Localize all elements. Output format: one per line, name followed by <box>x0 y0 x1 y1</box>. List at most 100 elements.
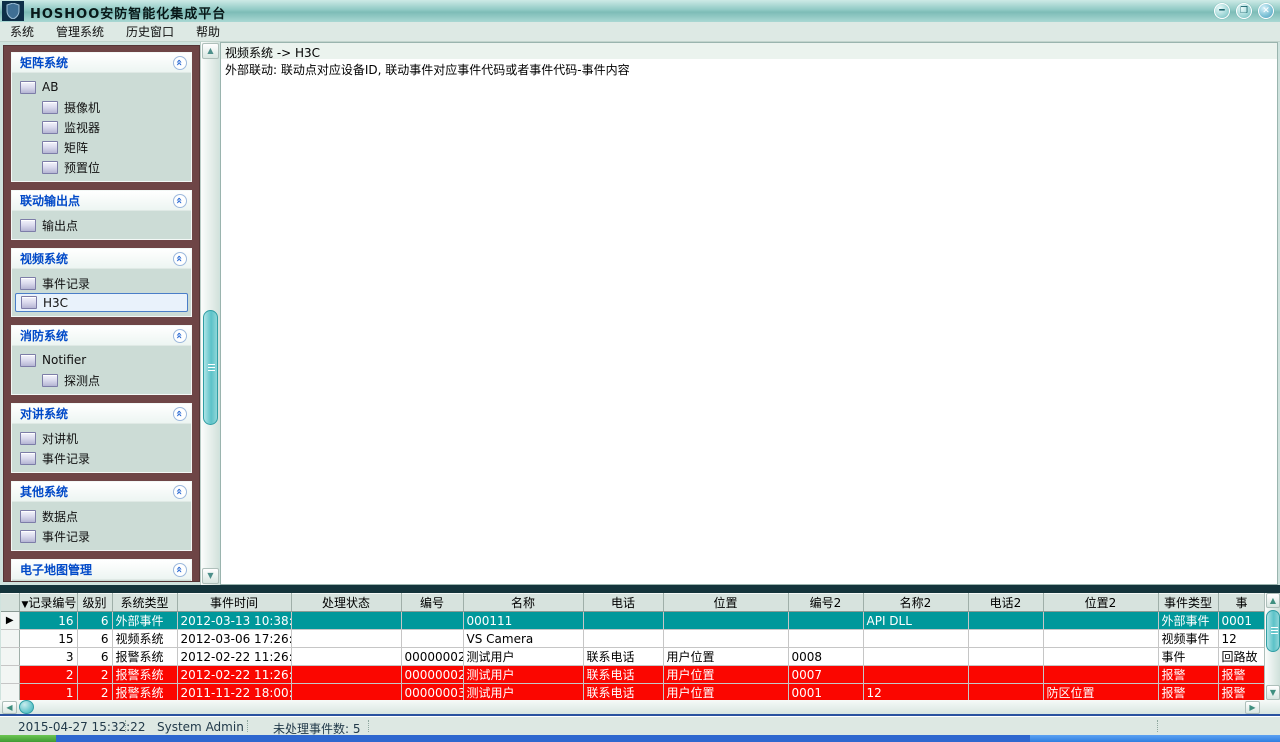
cell-no[interactable]: 00000002 <box>401 665 464 684</box>
cell-location2[interactable] <box>1043 629 1159 648</box>
cell-record_no[interactable]: 3 <box>19 647 78 666</box>
cell-location[interactable]: 用户位置 <box>663 665 789 684</box>
grid-horizontal-scrollbar[interactable]: ◀ ▶ <box>0 700 1280 716</box>
collapse-chevron-icon[interactable]: « <box>173 484 187 499</box>
cell-name[interactable]: VS Camera <box>463 629 584 648</box>
sidebar-item-monitor[interactable]: 监视器 <box>12 117 191 137</box>
cell-system_type[interactable]: 视频系统 <box>112 629 178 648</box>
cell-event_time[interactable]: 2012-03-06 17:26:34 <box>177 629 292 648</box>
cell-event_type[interactable]: 视频事件 <box>1158 629 1219 648</box>
column-header-name[interactable]: 名称 <box>463 593 584 612</box>
cell-phone[interactable]: 联系电话 <box>583 647 664 666</box>
cell-event_time[interactable]: 2011-11-22 18:00:27 <box>177 683 292 700</box>
cell-level[interactable]: 6 <box>77 647 113 666</box>
scrollbar-thumb[interactable] <box>203 310 218 425</box>
column-header-phone[interactable]: 电话 <box>583 593 664 612</box>
cell-record_no[interactable]: 15 <box>19 629 78 648</box>
column-header-location2[interactable]: 位置2 <box>1043 593 1159 612</box>
column-header-phone2[interactable]: 电话2 <box>968 593 1044 612</box>
cell-record_no[interactable]: 16 <box>19 611 78 630</box>
close-button[interactable]: ✕ <box>1258 3 1274 19</box>
row-selector-cell[interactable] <box>1 629 20 648</box>
cell-event_code[interactable]: 回路故 <box>1218 647 1264 666</box>
cell-event_type[interactable]: 外部事件 <box>1158 611 1219 630</box>
cell-no2[interactable] <box>788 611 864 630</box>
cell-phone2[interactable] <box>968 629 1044 648</box>
menu-item-history[interactable]: 历史窗口 <box>126 23 174 40</box>
cell-location[interactable]: 用户位置 <box>663 647 789 666</box>
sidebar-item-preset[interactable]: 预置位 <box>12 157 191 177</box>
cell-location[interactable] <box>663 629 789 648</box>
up-arrow-icon[interactable]: ▲ <box>1266 593 1280 608</box>
column-header-event-code[interactable]: 事 <box>1218 593 1264 612</box>
cell-no[interactable] <box>401 629 464 648</box>
cell-name2[interactable]: 12 <box>863 683 969 700</box>
cell-event_time[interactable]: 2012-02-22 11:26:02 <box>177 647 292 666</box>
splitter-bar[interactable] <box>0 585 1280 593</box>
column-header-process-status[interactable]: 处理状态 <box>291 593 402 612</box>
cell-location2[interactable] <box>1043 611 1159 630</box>
collapse-chevron-icon[interactable]: « <box>173 328 187 343</box>
table-row[interactable]: ▶166外部事件2012-03-13 10:38:04000111API DLL… <box>1 611 1264 630</box>
row-selector-cell[interactable]: ▶ <box>1 611 20 630</box>
cell-no2[interactable]: 0008 <box>788 647 864 666</box>
cell-level[interactable]: 6 <box>77 629 113 648</box>
sidebar-item-data-point[interactable]: 数据点 <box>12 506 191 526</box>
column-header-location[interactable]: 位置 <box>663 593 789 612</box>
collapse-chevron-icon[interactable]: « <box>173 251 187 266</box>
cell-name2[interactable] <box>863 647 969 666</box>
sidebar-item-detector[interactable]: 探测点 <box>12 370 191 390</box>
cell-phone[interactable] <box>583 629 664 648</box>
cell-location2[interactable] <box>1043 647 1159 666</box>
cell-phone[interactable]: 联系电话 <box>583 665 664 684</box>
panel-header[interactable]: 电子地图管理 « <box>12 560 191 580</box>
cell-process_status[interactable] <box>291 665 402 684</box>
sidebar-item-event-log[interactable]: 事件记录 <box>12 273 191 293</box>
cell-phone2[interactable] <box>968 647 1044 666</box>
sidebar-item-matrix[interactable]: 矩阵 <box>12 137 191 157</box>
column-header-system-type[interactable]: 系统类型 <box>112 593 178 612</box>
sidebar-item-camera[interactable]: 摄像机 <box>12 97 191 117</box>
column-header-event-time[interactable]: 事件时间 <box>177 593 292 612</box>
cell-phone[interactable] <box>583 611 664 630</box>
panel-header[interactable]: 联动输出点 « <box>12 191 191 211</box>
row-selector-cell[interactable] <box>1 665 20 684</box>
panel-header[interactable]: 对讲系统 « <box>12 404 191 424</box>
cell-name[interactable]: 000111 <box>463 611 584 630</box>
collapse-chevron-icon[interactable]: « <box>173 55 187 70</box>
cell-phone2[interactable] <box>968 683 1044 700</box>
right-arrow-icon[interactable]: ▶ <box>1245 701 1260 714</box>
cell-name2[interactable] <box>863 629 969 648</box>
table-row[interactable]: 22报警系统2012-02-22 11:26:0200000002测试用户联系电… <box>1 665 1264 684</box>
cell-event_code[interactable]: 报警 <box>1218 665 1264 684</box>
menu-item-system[interactable]: 系统 <box>10 23 34 40</box>
collapse-chevron-icon[interactable]: « <box>173 406 187 421</box>
sidebar-item-event-log[interactable]: 事件记录 <box>12 526 191 546</box>
cell-process_status[interactable] <box>291 647 402 666</box>
cell-level[interactable]: 2 <box>77 665 113 684</box>
cell-location[interactable] <box>663 611 789 630</box>
down-arrow-icon[interactable]: ▼ <box>202 568 219 584</box>
sidebar-item-notifier[interactable]: Notifier <box>12 350 191 370</box>
row-selector-cell[interactable] <box>1 647 20 666</box>
column-header-level[interactable]: 级别 <box>77 593 113 612</box>
cell-location[interactable]: 用户位置 <box>663 683 789 700</box>
cell-process_status[interactable] <box>291 611 402 630</box>
cell-name2[interactable] <box>863 665 969 684</box>
column-header-no[interactable]: 编号 <box>401 593 464 612</box>
cell-system_type[interactable]: 报警系统 <box>112 665 178 684</box>
cell-no2[interactable] <box>788 629 864 648</box>
restore-button[interactable]: ❐ <box>1236 3 1252 19</box>
cell-record_no[interactable]: 2 <box>19 665 78 684</box>
cell-event_code[interactable]: 0001 <box>1218 611 1264 630</box>
collapse-chevron-icon[interactable]: « <box>173 562 187 577</box>
sidebar-scrollbar[interactable]: ▲ ▼ <box>200 42 219 585</box>
cell-location2[interactable] <box>1043 665 1159 684</box>
column-header-event-type[interactable]: 事件类型 <box>1158 593 1219 612</box>
table-row[interactable]: 12报警系统2011-11-22 18:00:2700000003测试用户联系电… <box>1 683 1264 700</box>
cell-process_status[interactable] <box>291 683 402 700</box>
sidebar-item-ab[interactable]: AB <box>12 77 191 97</box>
cell-no[interactable]: 00000002 <box>401 647 464 666</box>
up-arrow-icon[interactable]: ▲ <box>202 43 219 59</box>
cell-phone[interactable]: 联系电话 <box>583 683 664 700</box>
